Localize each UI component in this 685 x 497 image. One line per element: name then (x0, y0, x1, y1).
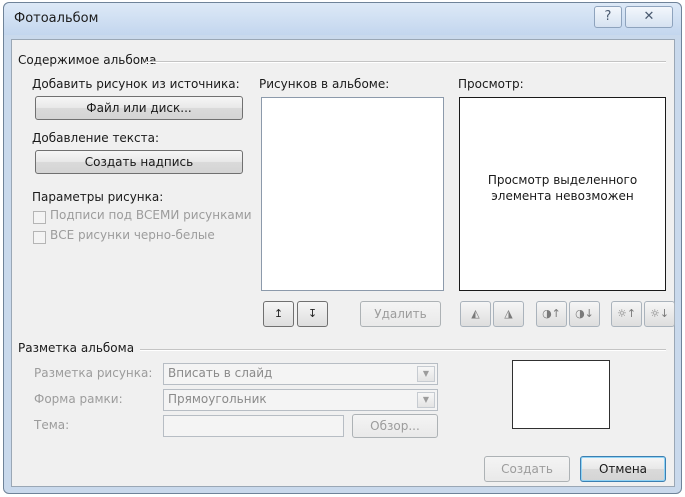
brightness-down-button[interactable]: ☼↓ (644, 301, 675, 327)
move-down-icon: ↧ (307, 307, 318, 320)
picture-layout-dropdown[interactable]: Вписать в слайд ▼ (163, 363, 438, 385)
contrast-down-button[interactable]: ◑↓ (569, 301, 600, 327)
photo-album-dialog: Фотоальбом ? ✕ Содержимое альбома Добави… (3, 2, 682, 494)
album-content-group-title: Содержимое альбома (18, 53, 157, 67)
group-divider (140, 349, 666, 351)
dialog-body: Содержимое альбома Добавить рисунок из и… (11, 39, 675, 487)
preview-message: Просмотр выделенного элемента невозможен (487, 173, 638, 203)
brightness-up-button[interactable]: ☼↑ (611, 301, 642, 327)
title-bar: Фотоальбом ? ✕ (4, 3, 681, 35)
frame-shape-value: Прямоугольник (168, 392, 267, 406)
close-icon: ✕ (643, 9, 655, 24)
move-up-button[interactable]: ↥ (263, 301, 294, 327)
add-text-label: Добавление текста: (32, 131, 160, 145)
move-down-button[interactable]: ↧ (297, 301, 328, 327)
rotate-left-button[interactable]: ◭ (460, 301, 491, 327)
chevron-down-icon: ▼ (417, 366, 435, 382)
rotate-right-button[interactable]: ◮ (493, 301, 524, 327)
rotate-right-icon: ◮ (504, 307, 513, 320)
contrast-down-icon: ◑↓ (575, 307, 594, 320)
black-white-checkbox[interactable] (33, 231, 46, 244)
rotate-left-icon: ◭ (471, 307, 480, 320)
contrast-up-icon: ◑↑ (542, 307, 561, 320)
captions-checkbox[interactable] (33, 211, 46, 224)
picture-layout-label: Разметка рисунка: (34, 366, 153, 380)
cancel-button[interactable]: Отмена (580, 456, 666, 482)
layout-preview (512, 360, 610, 429)
create-button[interactable]: Создать (484, 456, 570, 482)
frame-shape-dropdown[interactable]: Прямоугольник ▼ (163, 389, 438, 411)
album-layout-group-title: Разметка альбома (18, 341, 135, 355)
chevron-down-icon: ▼ (417, 392, 435, 408)
group-divider (146, 61, 666, 63)
picture-layout-value: Вписать в слайд (168, 366, 273, 380)
brightness-down-icon: ☼↓ (649, 307, 670, 320)
dialog-title: Фотоальбом (14, 11, 99, 26)
pictures-list[interactable] (261, 97, 444, 291)
browse-button[interactable]: Обзор... (352, 414, 438, 438)
frame-shape-label: Форма рамки: (34, 392, 123, 406)
help-button[interactable]: ? (594, 6, 622, 28)
captions-checkbox-label: Подписи под ВСЕМИ рисунками (50, 208, 252, 222)
new-textbox-button[interactable]: Создать надпись (35, 150, 243, 174)
picture-options-label: Параметры рисунка: (32, 190, 164, 204)
close-button[interactable]: ✕ (625, 6, 673, 28)
contrast-up-button[interactable]: ◑↑ (536, 301, 567, 327)
theme-label: Тема: (34, 418, 70, 432)
help-icon: ? (604, 9, 612, 24)
move-up-icon: ↥ (273, 307, 284, 320)
preview-pane: Просмотр выделенного элемента невозможен (459, 97, 666, 291)
black-white-checkbox-label: ВСЕ рисунки черно-белые (50, 228, 215, 242)
preview-label: Просмотр: (458, 77, 524, 91)
add-picture-label: Добавить рисунок из источника: (32, 77, 240, 91)
brightness-up-icon: ☼↑ (616, 307, 637, 320)
remove-button[interactable]: Удалить (360, 301, 441, 327)
file-or-disk-button[interactable]: Файл или диск... (35, 96, 243, 120)
theme-input[interactable] (163, 415, 344, 437)
pictures-in-album-label: Рисунков в альбоме: (259, 77, 390, 91)
